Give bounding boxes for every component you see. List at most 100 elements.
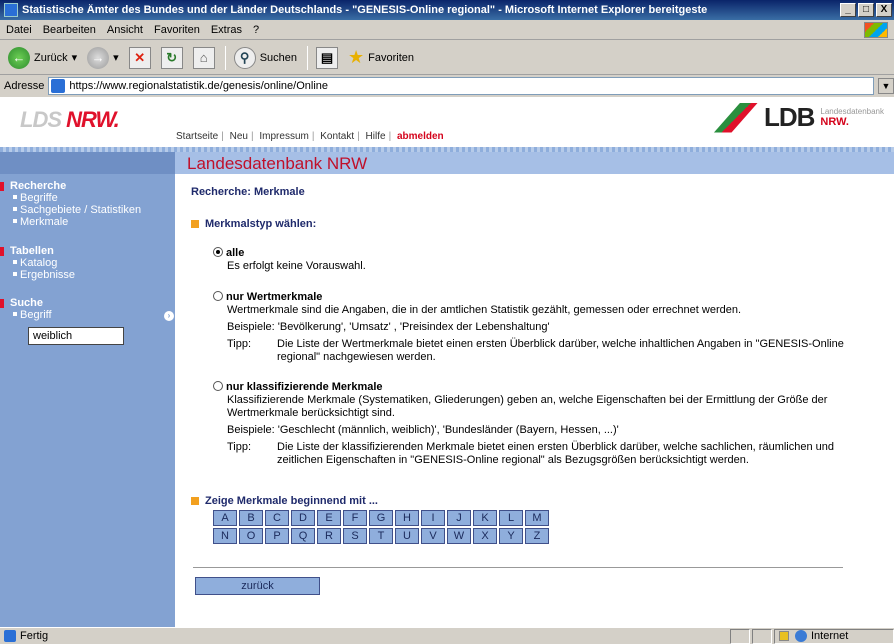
letter-button-k[interactable]: K <box>473 510 497 526</box>
address-dropdown-icon[interactable]: ▼ <box>878 78 894 94</box>
window-titlebar: Statistische Ämter des Bundes und der Lä… <box>0 0 894 20</box>
menu-bearbeiten[interactable]: Bearbeiten <box>43 24 96 36</box>
option-label-wertmerkmale[interactable]: nur Wertmerkmale <box>226 291 322 303</box>
sidebar-heading-tabellen[interactable]: Tabellen <box>0 245 175 257</box>
sidebar-item-sachgebiete[interactable]: Sachgebiete / Statistiken <box>0 204 175 216</box>
option-tip-klassifizierende: Tipp: Die Liste der klassifizierenden Me… <box>227 441 853 467</box>
letter-button-r[interactable]: R <box>317 528 341 544</box>
letter-button-v[interactable]: V <box>421 528 445 544</box>
nav-impressum[interactable]: Impressum <box>259 131 308 142</box>
radio-klassifizierende[interactable] <box>213 381 223 391</box>
letter-button-w[interactable]: W <box>447 528 471 544</box>
page-title: Recherche: Merkmale <box>191 186 305 198</box>
logout-link[interactable]: abmelden <box>397 131 444 142</box>
logo-lds-text: LDS <box>20 107 62 132</box>
back-dropdown-icon[interactable]: ▾ <box>72 51 78 64</box>
search-go-icon[interactable]: › <box>164 311 174 321</box>
menu-extras[interactable]: Extras <box>211 24 242 36</box>
close-button[interactable]: X <box>876 3 892 17</box>
menu-ansicht[interactable]: Ansicht <box>107 24 143 36</box>
refresh-button[interactable]: ↻ <box>157 45 187 71</box>
example-text: Beispiele: 'Geschlecht (männlich, weibli… <box>227 424 619 436</box>
search-input[interactable]: weiblich <box>28 327 124 345</box>
option-wertmerkmale: nur Wertmerkmale Wertmerkmale sind die A… <box>213 291 853 364</box>
letter-button-y[interactable]: Y <box>499 528 523 544</box>
letter-button-m[interactable]: M <box>525 510 549 526</box>
letter-button-n[interactable]: N <box>213 528 237 544</box>
status-text-area: Fertig <box>0 630 730 642</box>
forward-dropdown-icon[interactable]: ▾ <box>113 51 119 64</box>
ldb-mark-icon <box>713 102 758 133</box>
letter-button-q[interactable]: Q <box>291 528 315 544</box>
nav-startseite[interactable]: Startseite <box>176 131 218 142</box>
letter-button-f[interactable]: F <box>343 510 367 526</box>
stop-button[interactable]: ✕ <box>125 45 155 71</box>
tip-label: Tipp: <box>227 441 252 453</box>
back-button[interactable]: zurück <box>195 577 320 595</box>
letter-button-g[interactable]: G <box>369 510 393 526</box>
address-input[interactable]: https://www.regionalstatistik.de/genesis… <box>48 77 874 95</box>
letter-button-s[interactable]: S <box>343 528 367 544</box>
letter-button-u[interactable]: U <box>395 528 419 544</box>
menu-datei[interactable]: Datei <box>6 24 32 36</box>
favorites-button[interactable]: ★ Favoriten <box>344 45 418 71</box>
sidebar-item-katalog[interactable]: Katalog <box>0 257 175 269</box>
maximize-button[interactable]: □ <box>858 3 874 17</box>
letter-button-j[interactable]: J <box>447 510 471 526</box>
windows-logo-icon <box>864 22 888 38</box>
letter-button-l[interactable]: L <box>499 510 523 526</box>
main-content: Recherche: Merkmale Merkmalstyp wählen: … <box>175 174 894 627</box>
option-label-klassifizierende[interactable]: nur klassifizierende Merkmale <box>226 381 383 393</box>
letter-button-x[interactable]: X <box>473 528 497 544</box>
menu-help[interactable]: ? <box>253 24 259 36</box>
page-icon <box>51 79 66 93</box>
search-icon: ⚲ <box>233 46 256 69</box>
nav-hilfe[interactable]: Hilfe <box>366 131 386 142</box>
status-bar: Fertig Internet <box>0 627 894 644</box>
minimize-button[interactable]: _ <box>840 3 856 17</box>
sidebar-section-suche: Suche Begriff › weiblich <box>0 297 175 345</box>
back-label: Zurück <box>34 51 68 64</box>
page-done-icon <box>4 630 16 642</box>
sidebar-item-begriffe[interactable]: Begriffe <box>0 192 175 204</box>
search-button[interactable]: ⚲ Suchen <box>230 45 301 71</box>
menu-bar: Datei Bearbeiten Ansicht Favoriten Extra… <box>0 20 894 40</box>
sidebar-item-ergebnisse[interactable]: Ergebnisse <box>0 269 175 281</box>
security-zone: Internet <box>774 628 894 644</box>
forward-button[interactable]: → ▾ <box>83 45 123 71</box>
letter-button-z[interactable]: Z <box>525 528 549 544</box>
section-title-type: Merkmalstyp wählen: <box>191 218 316 230</box>
sidebar-heading-recherche[interactable]: Recherche <box>0 180 175 192</box>
letter-button-t[interactable]: T <box>369 528 393 544</box>
sidebar-item-merkmale[interactable]: Merkmale <box>0 216 175 228</box>
letter-button-a[interactable]: A <box>213 510 237 526</box>
toolbar-separator <box>224 45 226 70</box>
ldb-subtitle: Landesdatenbank NRW. <box>820 107 884 128</box>
refresh-icon: ↻ <box>160 46 183 69</box>
ldb-sub-label: Landesdatenbank <box>820 107 884 116</box>
option-label-all[interactable]: alle <box>226 247 244 259</box>
section-title-letters: Zeige Merkmale beginnend mit ... <box>191 495 378 507</box>
print-button[interactable]: ▤ <box>312 45 342 71</box>
sidebar-item-begriff: Begriff <box>0 309 175 321</box>
nav-neu[interactable]: Neu <box>230 131 248 142</box>
favorites-star-icon: ★ <box>348 47 365 67</box>
back-button[interactable]: ← Zurück ▾ <box>4 45 81 71</box>
letter-button-c[interactable]: C <box>265 510 289 526</box>
nav-kontakt[interactable]: Kontakt <box>320 131 354 142</box>
letter-button-b[interactable]: B <box>239 510 263 526</box>
address-label: Adresse <box>4 80 45 92</box>
lds-nrw-logo[interactable]: LDS NRW. <box>20 107 120 133</box>
home-button[interactable]: ⌂ <box>189 45 219 71</box>
radio-wertmerkmale[interactable] <box>213 291 223 301</box>
ldb-logo[interactable]: LDB Landesdatenbank NRW. <box>713 102 884 133</box>
print-icon: ▤ <box>316 46 338 69</box>
radio-all[interactable] <box>213 247 223 257</box>
letter-button-e[interactable]: E <box>317 510 341 526</box>
letter-button-p[interactable]: P <box>265 528 289 544</box>
menu-favoriten[interactable]: Favoriten <box>154 24 200 36</box>
letter-button-h[interactable]: H <box>395 510 419 526</box>
letter-button-i[interactable]: I <box>421 510 445 526</box>
letter-button-d[interactable]: D <box>291 510 315 526</box>
letter-button-o[interactable]: O <box>239 528 263 544</box>
